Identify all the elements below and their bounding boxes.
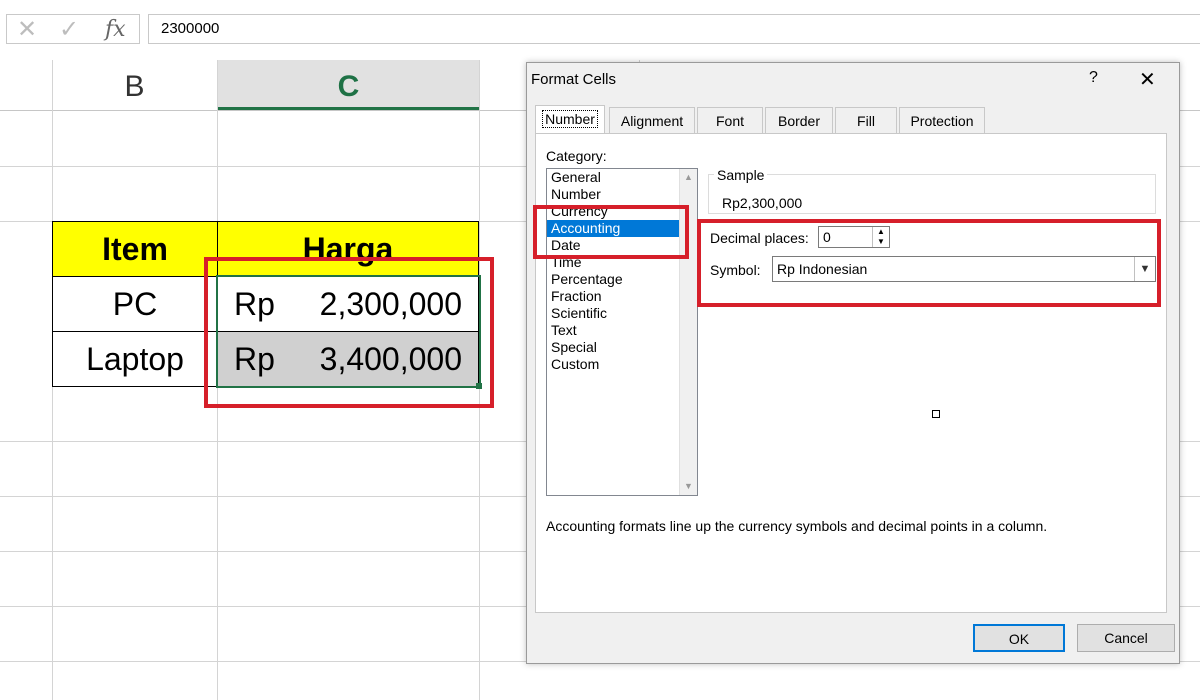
cell-item-laptop[interactable]: Laptop xyxy=(52,331,218,387)
category-item[interactable]: Fraction xyxy=(547,288,697,305)
category-item[interactable]: Percentage xyxy=(547,271,697,288)
format-cells-dialog: Format Cells ? ✕ Number Alignment Font B… xyxy=(526,62,1180,664)
sample-label: Sample xyxy=(714,167,768,183)
cell-item-pc[interactable]: PC xyxy=(52,276,218,332)
category-label: Category: xyxy=(546,148,607,164)
check-icon[interactable]: ✓ xyxy=(59,17,79,43)
tab-alignment[interactable]: Alignment xyxy=(609,107,695,133)
category-item[interactable]: Special xyxy=(547,339,697,356)
column-header-b[interactable]: B xyxy=(52,60,218,110)
ok-button[interactable]: OK xyxy=(973,624,1065,652)
tab-number[interactable]: Number xyxy=(535,105,605,133)
category-item[interactable]: Custom xyxy=(547,356,697,373)
sample-value: Rp2,300,000 xyxy=(722,195,803,211)
tab-protection[interactable]: Protection xyxy=(899,107,985,133)
scroll-up-icon[interactable]: ▲ xyxy=(680,169,697,186)
focus-marker xyxy=(932,410,940,418)
highlight-box-category xyxy=(533,205,689,259)
formula-input[interactable]: 2300000 xyxy=(148,14,1200,44)
dialog-title: Format Cells xyxy=(531,71,617,88)
close-icon[interactable]: ✕ xyxy=(1139,67,1156,92)
header-cell-item[interactable]: Item xyxy=(52,221,218,277)
cancel-button[interactable]: Cancel xyxy=(1077,624,1175,652)
tab-font[interactable]: Font xyxy=(697,107,763,133)
highlight-box-cells xyxy=(204,257,494,408)
column-header-c[interactable]: C xyxy=(218,60,480,110)
insert-function-icon[interactable]: fx xyxy=(105,17,126,43)
category-item[interactable]: General xyxy=(547,169,697,186)
category-item[interactable]: Number xyxy=(547,186,697,203)
category-item[interactable]: Scientific xyxy=(547,305,697,322)
scroll-down-icon[interactable]: ▼ xyxy=(680,478,697,495)
tab-border[interactable]: Border xyxy=(765,107,833,133)
x-icon[interactable]: ✕ xyxy=(17,17,37,43)
help-icon[interactable]: ? xyxy=(1089,69,1098,87)
formula-bar: ✕ ✓ fx 2300000 xyxy=(0,0,1200,60)
tab-fill[interactable]: Fill xyxy=(835,107,897,133)
category-item[interactable]: Text xyxy=(547,322,697,339)
highlight-box-options xyxy=(697,219,1161,307)
formula-buttons: ✕ ✓ fx xyxy=(6,14,140,44)
format-description: Accounting formats line up the currency … xyxy=(546,518,1048,534)
